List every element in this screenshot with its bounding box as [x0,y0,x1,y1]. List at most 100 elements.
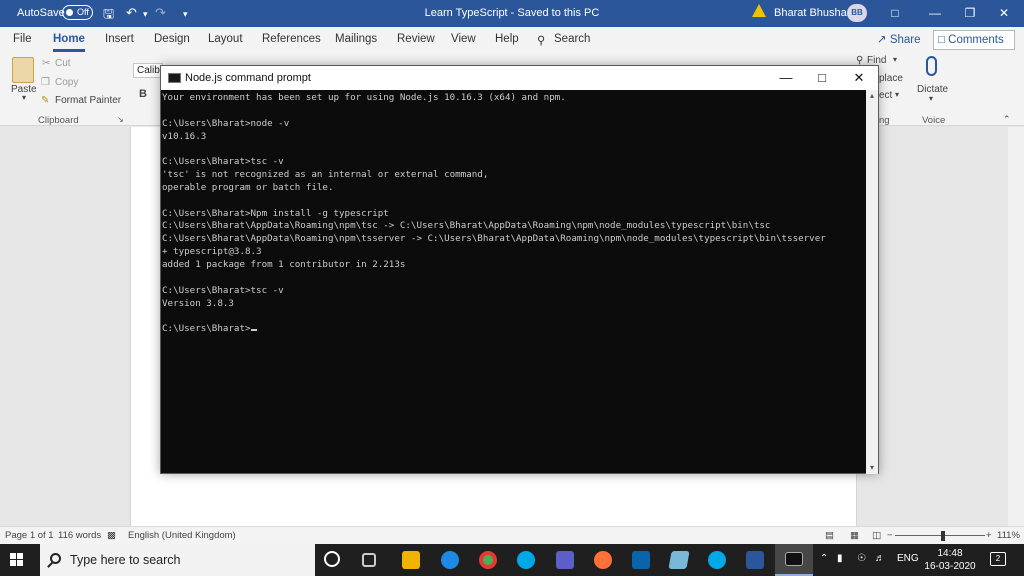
tab-file[interactable]: File [13,33,32,45]
tab-review[interactable]: Review [397,33,435,45]
proofing-icon[interactable]: ▩ [107,530,116,541]
cmd-title-bar[interactable]: Node.js command prompt — □ ✕ [161,66,878,90]
select-button[interactable]: ect [879,90,892,101]
read-mode-icon[interactable]: ▤ [825,530,834,541]
scroll-up-icon[interactable]: ▴ [866,90,878,102]
format-painter-icon[interactable]: ✎ [41,95,49,106]
comments-button[interactable]: □ Comments [933,30,1015,50]
zoom-in-icon[interactable]: + [986,530,992,541]
system-clock[interactable]: 14:48 16-03-2020 [920,547,980,573]
format-painter-button[interactable]: Format Painter [55,95,121,106]
zoom-out-icon[interactable]: − [887,530,893,541]
document-title: Learn TypeScript - Saved to this PC [424,7,600,19]
select-dropdown-icon[interactable]: ▾ [895,90,899,99]
tab-layout[interactable]: Layout [208,33,243,45]
paste-icon[interactable] [12,57,34,83]
file-explorer-icon[interactable] [402,551,420,569]
web-layout-icon[interactable]: ◫ [872,530,881,541]
cortana-icon[interactable] [324,551,340,567]
clipboard-group-label: Clipboard [38,115,79,126]
input-language[interactable]: ENG [897,553,919,564]
cmd-minimize-icon[interactable]: — [768,66,804,90]
tab-references[interactable]: References [262,33,321,45]
cmd-window[interactable]: Node.js command prompt — □ ✕ Your enviro… [160,65,879,474]
task-view-icon[interactable] [362,553,376,567]
zoom-level[interactable]: 111% [997,530,1020,541]
ribbon-display-options-icon[interactable]: □ [875,0,915,27]
vertical-scrollbar[interactable] [1008,127,1024,526]
collapse-ribbon-icon[interactable]: ⌃ [1003,114,1011,125]
warning-icon[interactable] [752,4,766,17]
copy-button[interactable]: Copy [55,77,78,88]
cut-button[interactable]: Cut [55,58,71,69]
tab-help[interactable]: Help [495,33,519,45]
show-hidden-icons-icon[interactable]: ⌃ [820,553,828,564]
taskbar-search[interactable]: Type here to search [40,544,315,576]
close-icon[interactable]: ✕ [984,0,1024,27]
tab-view[interactable]: View [451,33,476,45]
notification-center-icon[interactable]: 2 [990,552,1006,566]
skype-blue-icon[interactable] [708,551,726,569]
ribbon-search[interactable]: Search [554,33,590,45]
notepad-icon[interactable] [668,551,690,569]
console-line: added 1 package from 1 contributor in 2.… [162,258,406,270]
chrome-icon[interactable] [479,551,497,569]
windows-start-icon[interactable] [10,553,24,567]
tab-home[interactable]: Home [53,33,85,45]
edge-icon[interactable] [441,551,459,569]
zoom-slider[interactable] [895,535,985,536]
console-line: C:\Users\Bharat>tsc -v [162,284,284,296]
clipboard-launcher-icon[interactable]: ↘ [117,115,124,124]
volume-icon[interactable]: ♬ [875,553,885,564]
font-name-box[interactable]: Calibri [133,63,165,78]
console-line: Version 3.8.3 [162,297,234,309]
find-dropdown-icon[interactable]: ▾ [893,55,897,64]
scroll-down-icon[interactable]: ▾ [866,462,878,474]
share-icon: ↗ [877,34,890,46]
console-line: C:\Users\Bharat\AppData\Roaming\npm\tsc … [162,220,771,232]
copy-icon[interactable]: ❐ [41,77,50,88]
firefox-icon[interactable] [594,551,612,569]
voice-group-label: Voice [922,115,946,126]
print-layout-icon[interactable]: ▦ [850,530,859,541]
network-icon[interactable]: ☉ [857,553,866,564]
bold-button[interactable]: B [139,88,147,100]
paste-dropdown-icon[interactable]: ▾ [22,93,26,102]
skype-icon[interactable] [517,551,535,569]
console-icon [168,73,181,83]
ribbon-tab-bar: File Home Insert Design Layout Reference… [0,27,1024,53]
outlook-icon[interactable] [632,551,650,569]
zoom-slider-thumb[interactable] [941,531,945,541]
editing-group-label: ng [879,115,890,126]
cmd-scrollbar[interactable]: ▴ ▾ [866,90,878,474]
tab-mailings[interactable]: Mailings [335,33,377,45]
user-name[interactable]: Bharat Bhushan [774,7,853,19]
share-button[interactable]: ↗ Share [872,30,926,50]
cmd-maximize-icon[interactable]: □ [804,66,840,90]
search-icon[interactable]: ⚲ [537,33,545,47]
dictate-dropdown-icon[interactable]: ▾ [929,94,933,103]
console-line: C:\Users\Bharat>tsc -v [162,156,284,168]
minimize-icon[interactable]: — [915,0,955,27]
avatar[interactable]: BB [847,4,867,22]
microphone-icon[interactable] [926,56,937,76]
cmd-close-icon[interactable]: ✕ [841,66,877,90]
tab-insert[interactable]: Insert [105,33,134,45]
tab-design[interactable]: Design [154,33,190,45]
console-line: 'tsc' is not recognized as an internal o… [162,169,489,181]
taskbar-search-placeholder: Type here to search [70,553,181,567]
cmd-taskbar-button[interactable] [775,544,813,576]
word-icon[interactable] [746,551,764,569]
word-count[interactable]: 116 words [58,530,101,541]
page-count[interactable]: Page 1 of 1 [5,530,54,541]
console-line: C:\Users\Bharat>node -v [162,117,290,129]
language-status[interactable]: English (United Kingdom) [128,530,236,541]
teams-icon[interactable] [556,551,574,569]
battery-icon[interactable]: ▮ [837,553,843,564]
cut-icon[interactable]: ✂ [42,58,50,69]
console-output[interactable]: Your environment has been set up for usi… [161,90,866,474]
replace-button[interactable]: place [879,73,903,84]
